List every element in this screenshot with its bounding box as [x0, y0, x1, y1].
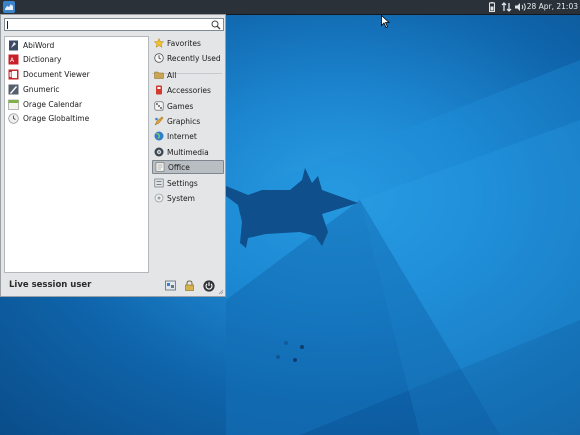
app-label: Dictionary — [23, 54, 62, 64]
app-label: AbiWord — [23, 40, 55, 50]
app-label: Document Viewer — [23, 69, 90, 79]
xfce-logo-icon — [3, 1, 15, 13]
category-label: All — [167, 70, 177, 80]
search-input[interactable] — [6, 20, 206, 29]
power-button[interactable] — [202, 279, 215, 292]
applications-list: AbiWord A Dictionary Document Viewer Gnu… — [4, 36, 149, 273]
document-viewer-icon — [8, 69, 19, 79]
applications-menu-button[interactable] — [2, 1, 16, 13]
text-caret — [7, 21, 8, 29]
star-icon — [154, 38, 164, 48]
app-label: Gnumeric — [23, 84, 60, 94]
top-panel: 28 Apr, 21:03 — [0, 0, 580, 15]
category-label: Favorites — [167, 38, 201, 48]
accessories-icon — [156, 85, 162, 95]
category-favorites[interactable]: Favorites — [152, 36, 224, 50]
app-item-gnumeric[interactable]: Gnumeric — [6, 82, 147, 96]
category-label: System — [167, 193, 195, 203]
category-label: Internet — [167, 131, 197, 141]
category-label: Settings — [167, 178, 198, 188]
category-all[interactable]: All — [152, 68, 224, 82]
globe-icon — [154, 131, 164, 141]
clock[interactable]: 28 Apr, 21:03 — [527, 0, 578, 14]
category-label: Games — [167, 101, 194, 111]
graphics-icon — [154, 116, 164, 126]
category-label: Graphics — [167, 116, 201, 126]
multimedia-icon — [154, 147, 164, 157]
search-icon[interactable] — [211, 20, 221, 30]
power-icon — [202, 279, 215, 292]
app-item-orage-calendar[interactable]: Orage Calendar — [6, 97, 147, 111]
folder-icon — [154, 71, 164, 79]
search-field[interactable] — [4, 18, 224, 31]
abiword-icon — [9, 40, 18, 50]
category-office[interactable]: Office — [152, 160, 224, 174]
dictionary-icon: A — [8, 54, 19, 64]
category-internet[interactable]: Internet — [152, 129, 224, 143]
category-graphics[interactable]: Graphics — [152, 114, 224, 128]
category-accessories[interactable]: Accessories — [152, 83, 224, 97]
category-multimedia[interactable]: Multimedia — [152, 145, 224, 159]
app-item-abiword[interactable]: AbiWord — [6, 38, 147, 52]
app-label: Orage Calendar — [23, 99, 83, 109]
resize-grip-icon[interactable] — [218, 289, 224, 295]
application-menu: AbiWord A Dictionary Document Viewer Gnu… — [0, 14, 226, 297]
category-settings[interactable]: Settings — [152, 176, 224, 190]
app-item-dictionary[interactable]: A Dictionary — [6, 52, 147, 66]
settings-icon — [154, 178, 164, 188]
category-recently-used[interactable]: Recently Used — [152, 51, 224, 65]
office-icon — [155, 162, 165, 172]
settings-manager-icon — [165, 280, 176, 291]
battery-icon[interactable] — [487, 0, 497, 14]
category-label: Multimedia — [167, 147, 209, 157]
app-item-document-viewer[interactable]: Document Viewer — [6, 67, 147, 81]
mouse-pointer-icon — [381, 15, 390, 28]
calendar-icon — [8, 99, 19, 110]
games-icon — [154, 101, 164, 111]
category-label: Accessories — [167, 85, 211, 95]
network-icon[interactable] — [500, 0, 512, 14]
gnumeric-icon — [8, 84, 19, 94]
globaltime-icon — [8, 112, 19, 124]
lock-screen-button[interactable] — [183, 279, 196, 292]
app-item-orage-globaltime[interactable]: Orage Globaltime — [6, 111, 147, 125]
category-label: Office — [168, 162, 190, 172]
category-system[interactable]: System — [152, 191, 224, 205]
clock-icon — [154, 53, 164, 63]
session-user-label: Live session user — [9, 280, 92, 290]
lock-screen-icon — [185, 280, 194, 291]
category-games[interactable]: Games — [152, 99, 224, 113]
app-label: Orage Globaltime — [23, 113, 90, 123]
settings-manager-button[interactable] — [164, 279, 177, 292]
category-label: Recently Used — [167, 53, 221, 63]
system-icon — [154, 193, 164, 203]
